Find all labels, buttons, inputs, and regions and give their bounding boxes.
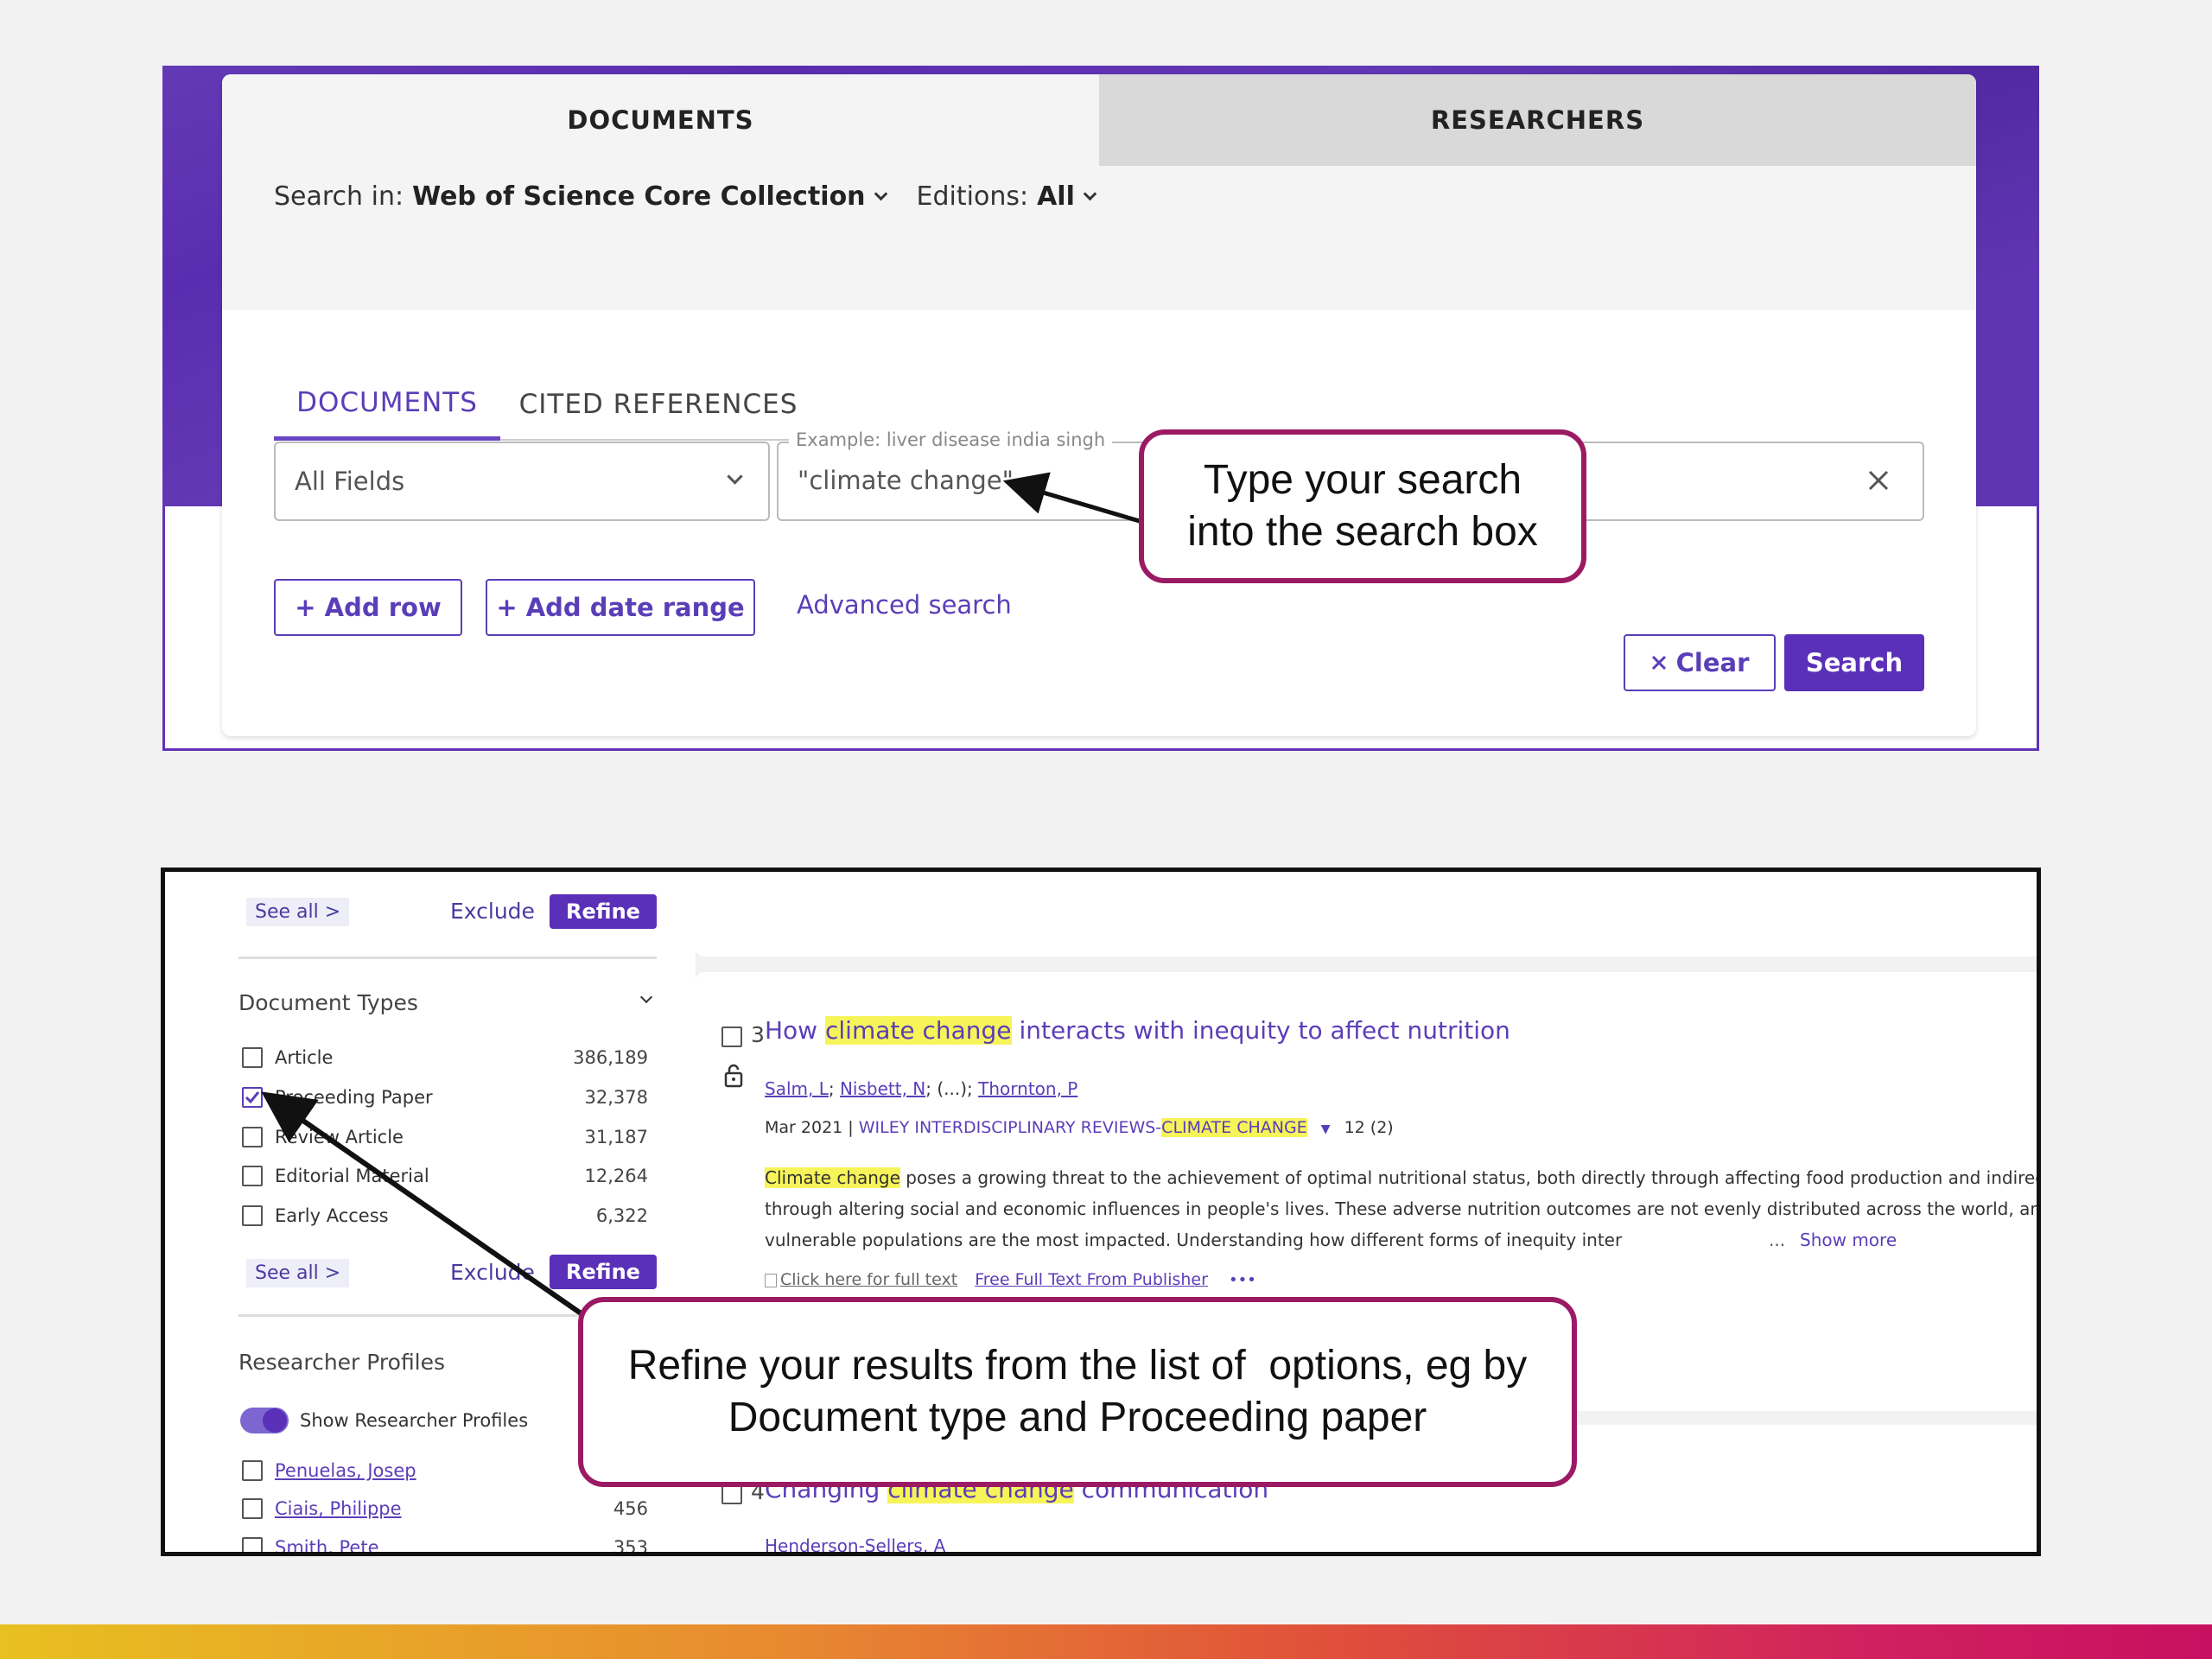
advanced-search-link[interactable]: Advanced search xyxy=(797,590,1012,620)
free-full-text-link[interactable]: Free Full Text From Publisher xyxy=(975,1270,1208,1289)
callout-line: into the search box xyxy=(1187,509,1538,555)
fulltext-image-link[interactable]: Click here for full text xyxy=(780,1270,957,1289)
ellipsis: ... xyxy=(1769,1230,1786,1250)
author-link[interactable]: Salm, L xyxy=(765,1078,829,1099)
tab-documents[interactable]: DOCUMENTS xyxy=(222,74,1099,166)
search-placeholder: Example: liver disease india singh xyxy=(789,429,1113,450)
field-select-value: All Fields xyxy=(295,467,405,496)
abstract-text: through altering social and economic inf… xyxy=(765,1198,2041,1219)
citation-count: 12 (2) xyxy=(1344,1118,1394,1137)
result-source: Mar 2021 | WILEY INTERDISCIPLINARY REVIE… xyxy=(765,1118,1394,1137)
author-link[interactable]: Henderson-Sellers, A xyxy=(765,1535,945,1552)
result-abstract: Climate change poses a growing threat to… xyxy=(765,1162,2041,1255)
search-button[interactable]: Search xyxy=(1784,634,1924,691)
title-text: How xyxy=(765,1016,825,1045)
journal-link[interactable]: WILEY INTERDISCIPLINARY REVIEWS-CLIMATE … xyxy=(859,1118,1307,1137)
chevron-down-icon xyxy=(727,468,743,485)
facet-count: 6,322 xyxy=(595,1205,648,1226)
abstract-highlight: Climate change xyxy=(765,1167,900,1188)
callout-line: Type your search xyxy=(1203,457,1522,503)
editions-label: Editions: xyxy=(916,181,1029,212)
close-icon[interactable] xyxy=(1866,467,1891,493)
subtab-cited-references[interactable]: CITED REFERENCES xyxy=(500,368,817,441)
author-gap: ; (...); xyxy=(925,1078,979,1099)
brand-color-strip xyxy=(0,1624,2212,1659)
show-more-link[interactable]: Show more xyxy=(1800,1224,1897,1255)
collection-dropdown[interactable]: Web of Science Core Collection xyxy=(412,181,865,212)
exclude-button[interactable]: Exclude xyxy=(450,899,535,924)
toggle-label: Show Researcher Profiles xyxy=(300,1410,529,1431)
search-in-row: Search in: Web of Science Core Collectio… xyxy=(274,181,1097,212)
researcher-profiles-toggle[interactable] xyxy=(240,1408,289,1433)
search-card: DOCUMENTS RESEARCHERS Search in: Web of … xyxy=(222,74,1976,736)
facet-count: 456 xyxy=(613,1498,648,1519)
researcher-link[interactable]: Ciais, Philippe xyxy=(275,1498,402,1519)
checkbox[interactable] xyxy=(242,1460,263,1481)
field-select[interactable]: All Fields xyxy=(274,442,770,521)
refine-button[interactable]: Refine xyxy=(550,894,657,929)
facet-count: 386,189 xyxy=(573,1047,648,1068)
researcher-link[interactable]: Penuelas, Josep xyxy=(275,1460,416,1481)
broken-image-icon xyxy=(765,1273,777,1287)
divider xyxy=(238,957,657,959)
toggle-knob xyxy=(263,1408,287,1433)
facet-label: Article xyxy=(275,1047,334,1068)
subtab-documents[interactable]: DOCUMENTS xyxy=(274,368,500,441)
close-icon xyxy=(1651,655,1666,671)
researcher-link[interactable]: Smith, Pete xyxy=(275,1537,379,1552)
chevron-down-icon[interactable] xyxy=(1083,187,1097,201)
result-number: 3 xyxy=(751,1022,765,1047)
journal-text: WILEY INTERDISCIPLINARY REVIEWS- xyxy=(858,1118,1162,1137)
chevron-down-icon[interactable] xyxy=(639,990,653,1004)
result-checkbox[interactable] xyxy=(721,1027,742,1047)
arrow-pointer-search xyxy=(1002,472,1143,524)
checkbox[interactable] xyxy=(242,1537,263,1552)
researcher-profiles-title: Researcher Profiles xyxy=(238,1350,446,1375)
result-title[interactable]: How climate change interacts with inequi… xyxy=(765,1016,1510,1045)
author-link[interactable]: Nisbett, N xyxy=(840,1078,925,1099)
check-icon xyxy=(245,1091,260,1104)
journal-highlight: CLIMATE CHANGE xyxy=(1161,1118,1307,1137)
chevron-down-icon[interactable] xyxy=(874,187,887,201)
researcher-row[interactable]: Ciais, Philippe 456 xyxy=(242,1497,648,1522)
callout-type-search: Type your search into the search box xyxy=(1139,429,1586,583)
callout-refine-results: Refine your results from the list of opt… xyxy=(578,1297,1577,1487)
see-all-link[interactable]: See all > xyxy=(246,898,350,926)
result-authors: Salm, L; Nisbett, N; (...); Thornton, P xyxy=(765,1078,1078,1099)
clear-label: Clear xyxy=(1675,648,1750,677)
facet-count: 353 xyxy=(613,1537,648,1556)
editions-dropdown[interactable]: All xyxy=(1037,181,1075,212)
arrow-pointer-refine xyxy=(261,1091,588,1319)
more-options-icon[interactable]: ••• xyxy=(1229,1271,1256,1289)
callout-line: Document type and Proceeding paper xyxy=(728,1395,1427,1440)
add-row-button[interactable]: + Add row xyxy=(274,579,462,636)
clear-button[interactable]: Clear xyxy=(1624,634,1776,691)
abstract-text: vulnerable populations are the most impa… xyxy=(765,1230,1623,1250)
checkbox[interactable] xyxy=(242,1498,263,1519)
facet-row[interactable]: Article 386,189 xyxy=(242,1046,648,1071)
caret-down-icon[interactable]: ▼ xyxy=(1321,1122,1331,1136)
tab-researchers[interactable]: RESEARCHERS xyxy=(1099,74,1976,166)
title-highlight: climate change xyxy=(825,1016,1012,1045)
document-types-title: Document Types xyxy=(238,990,418,1015)
search-in-label: Search in: xyxy=(274,181,404,212)
search-value: "climate change" xyxy=(798,466,1014,495)
callout-line: Refine your results from the list of opt… xyxy=(627,1343,1528,1389)
title-text: interacts with inequity to affect nutrit… xyxy=(1011,1016,1510,1045)
checkbox[interactable] xyxy=(242,1047,263,1068)
lock-icon xyxy=(724,1064,743,1088)
abstract-text: poses a growing threat to the achievemen… xyxy=(899,1167,2041,1188)
author-link[interactable]: Thornton, P xyxy=(978,1078,1077,1099)
add-date-range-button[interactable]: + Add date range xyxy=(486,579,755,636)
search-subtabs: DOCUMENTS CITED REFERENCES xyxy=(274,368,817,441)
researcher-row[interactable]: Smith, Pete 353 xyxy=(242,1535,648,1556)
fulltext-row: Click here for full text Free Full Text … xyxy=(765,1270,1256,1289)
results-toolbar xyxy=(696,872,2037,957)
pub-date: Mar 2021 | xyxy=(765,1118,859,1137)
